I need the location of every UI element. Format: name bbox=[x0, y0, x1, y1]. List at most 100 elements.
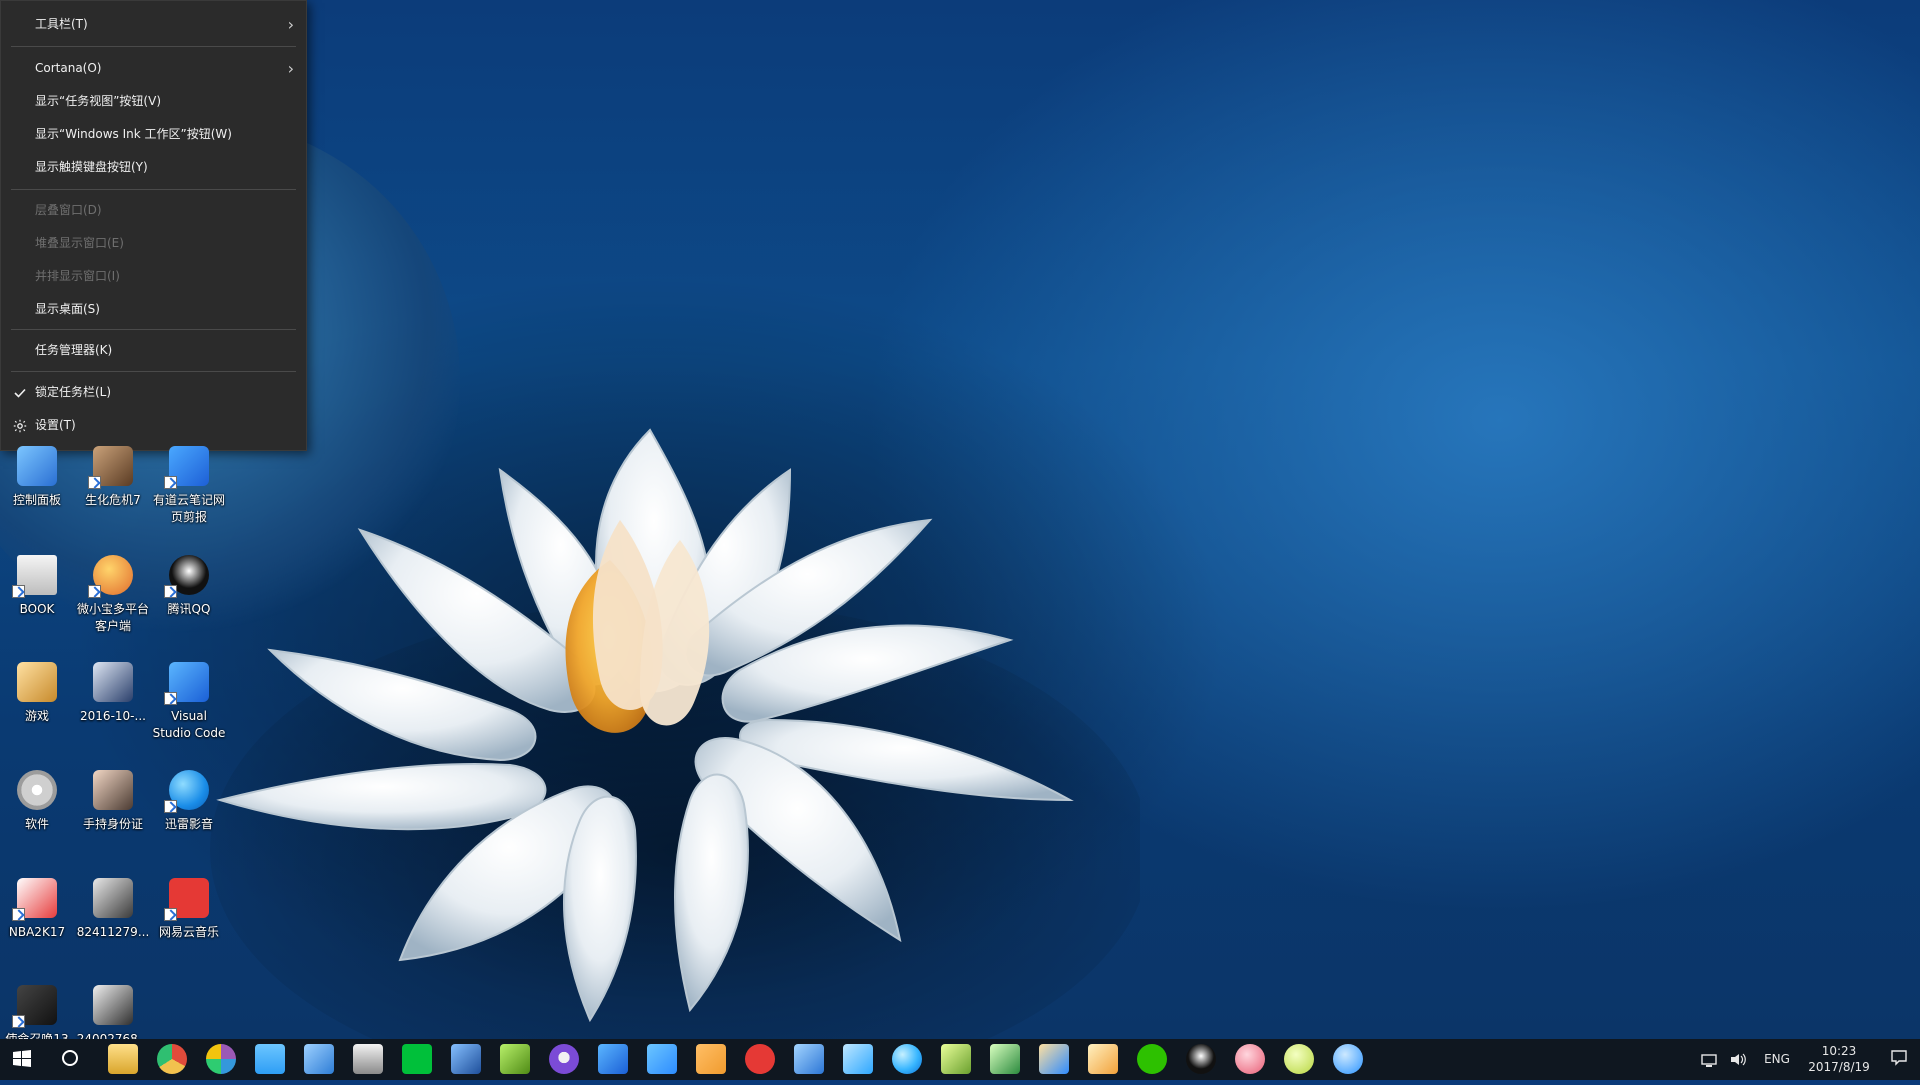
menu-item-label: 显示“Windows Ink 工作区”按钮(W) bbox=[35, 127, 232, 141]
menu-item-show-touch-keyboard-button[interactable]: 显示触摸键盘按钮(Y) bbox=[1, 154, 306, 181]
desktop-icon-nba2k17[interactable]: NBA2K17 bbox=[0, 878, 74, 978]
cd-icon bbox=[17, 770, 57, 810]
baidu-netdisk-icon[interactable] bbox=[794, 1044, 824, 1074]
desktop-icon-weixiaobao-client[interactable]: 微小宝多平台客户端 bbox=[76, 555, 150, 655]
wallpaper-water-lily bbox=[210, 428, 1140, 1070]
vscode-icon[interactable] bbox=[598, 1044, 628, 1074]
qq-icon[interactable] bbox=[1186, 1044, 1216, 1074]
menu-separator bbox=[11, 46, 296, 47]
screen-app-icon[interactable] bbox=[941, 1044, 971, 1074]
desktop-icon-xunlei-player[interactable]: 迅雷影音 bbox=[152, 770, 226, 870]
desktop-icon-id-photo[interactable]: 手持身份证 bbox=[76, 770, 150, 870]
netease-music-icon[interactable] bbox=[745, 1044, 775, 1074]
desktop-icon-photo-2016-10[interactable]: 2016-10-... bbox=[76, 662, 150, 762]
mascot-app-icon[interactable] bbox=[1235, 1044, 1265, 1074]
x-app-icon[interactable] bbox=[990, 1044, 1020, 1074]
menu-item-show-task-view-button[interactable]: 显示“任务视图”按钮(V) bbox=[1, 88, 306, 115]
globe-app-icon[interactable] bbox=[892, 1044, 922, 1074]
desktop-icon-vscode[interactable]: Visual Studio Code bbox=[152, 662, 226, 762]
menu-item-lock-taskbar[interactable]: 锁定任务栏(L) bbox=[1, 379, 306, 406]
desktop-icon-label: 控制面板 bbox=[12, 493, 61, 507]
chevron-right-icon: › bbox=[287, 59, 294, 78]
menu-item-label: 显示触摸键盘按钮(Y) bbox=[35, 160, 148, 174]
blue-circle-app-icon[interactable] bbox=[1333, 1044, 1363, 1074]
menu-item-label: 显示桌面(S) bbox=[35, 302, 100, 316]
desktop-icon-label: 生化危机7 bbox=[85, 493, 141, 507]
iqiyi-icon[interactable] bbox=[402, 1044, 432, 1074]
menu-item-settings[interactable]: 设置(T) bbox=[1, 412, 306, 439]
file-explorer-icon[interactable] bbox=[108, 1044, 138, 1074]
wechat-icon[interactable] bbox=[1137, 1044, 1167, 1074]
desktop-icon-label: 有道云笔记网页剪报 bbox=[152, 493, 225, 524]
menu-item-show-desktop[interactable]: 显示桌面(S) bbox=[1, 296, 306, 323]
lime-app-icon[interactable] bbox=[1284, 1044, 1314, 1074]
menu-item-toolbar[interactable]: 工具栏(T) › bbox=[1, 11, 306, 38]
chrome-icon[interactable] bbox=[157, 1044, 187, 1074]
desktop-icon-label: 迅雷影音 bbox=[164, 817, 213, 831]
sublime-icon[interactable] bbox=[696, 1044, 726, 1074]
menu-item-show-windows-ink-button[interactable]: 显示“Windows Ink 工作区”按钮(W) bbox=[1, 121, 306, 148]
shortcut-arrow-icon bbox=[164, 476, 177, 489]
menu-item-label: 堆叠显示窗口(E) bbox=[35, 236, 124, 250]
desktop-background: 工具栏(T) › Cortana(O) › 显示“任务视图”按钮(V) 显示“W… bbox=[0, 0, 1920, 1070]
desktop-icon-book-drive[interactable]: BOOK bbox=[0, 555, 74, 655]
menu-separator bbox=[11, 371, 296, 372]
clock-area[interactable]: 10:23 2017/8/19 bbox=[1804, 1043, 1874, 1075]
action-center-icon[interactable] bbox=[1890, 1049, 1908, 1067]
desktop-icon-image-82411279[interactable]: 82411279... bbox=[76, 878, 150, 978]
desktop-icon-netease-cloud-music[interactable]: 网易云音乐 bbox=[152, 878, 226, 978]
cortana-search-icon[interactable] bbox=[60, 1048, 80, 1068]
purple-app-icon[interactable] bbox=[549, 1044, 579, 1074]
lambda-icon[interactable] bbox=[500, 1044, 530, 1074]
bird-app-icon[interactable] bbox=[843, 1044, 873, 1074]
menu-item-cascade-windows: 层叠窗口(D) bbox=[1, 197, 306, 224]
menu-item-label: 并排显示窗口(I) bbox=[35, 269, 120, 283]
control-panel-icon bbox=[17, 446, 57, 486]
windows-start-icon[interactable] bbox=[12, 1049, 32, 1069]
paint-3d-icon[interactable] bbox=[206, 1044, 236, 1074]
taskbar-context-menu: 工具栏(T) › Cortana(O) › 显示“任务视图”按钮(V) 显示“W… bbox=[0, 0, 307, 451]
desktop-icon-games-folder[interactable]: 游戏 bbox=[0, 662, 74, 762]
menu-item-cortana[interactable]: Cortana(O) › bbox=[1, 55, 306, 82]
language-text: ENG bbox=[1764, 1052, 1790, 1066]
menu-item-side-by-side-windows: 并排显示窗口(I) bbox=[1, 263, 306, 290]
menu-item-label: 层叠窗口(D) bbox=[35, 203, 102, 217]
shortcut-arrow-icon bbox=[12, 585, 25, 598]
calculator-icon[interactable] bbox=[353, 1044, 383, 1074]
shortcut-arrow-icon bbox=[164, 908, 177, 921]
shortcut-arrow-icon bbox=[164, 692, 177, 705]
desktop-icon-label: 82411279... bbox=[76, 925, 150, 939]
desktop-icon-control-panel[interactable]: 控制面板 bbox=[0, 446, 74, 546]
desktop-icon-label: 手持身份证 bbox=[82, 817, 143, 831]
desktop-icon-tencent-qq[interactable]: 腾讯QQ bbox=[152, 555, 226, 655]
desktop-icon-label: NBA2K17 bbox=[8, 925, 66, 939]
menu-item-label: 锁定任务栏(L) bbox=[35, 385, 112, 399]
desktop-icon-label: 网易云音乐 bbox=[158, 925, 219, 939]
network-icon[interactable] bbox=[1700, 1039, 1720, 1080]
system-tray: ENG 10:23 2017/8/19 bbox=[1690, 1039, 1920, 1080]
feather-app-icon[interactable] bbox=[1088, 1044, 1118, 1074]
phone-folder-icon bbox=[17, 662, 57, 702]
menu-item-stack-windows: 堆叠显示窗口(E) bbox=[1, 230, 306, 257]
shortcut-arrow-icon bbox=[164, 585, 177, 598]
card-image-icon bbox=[93, 878, 133, 918]
desktop-icon-label: BOOK bbox=[19, 602, 55, 616]
network-app-icon[interactable] bbox=[304, 1044, 334, 1074]
shortcut-arrow-icon bbox=[12, 908, 25, 921]
gear-icon bbox=[13, 419, 27, 433]
menu-separator bbox=[11, 189, 296, 190]
pen-app-icon[interactable] bbox=[647, 1044, 677, 1074]
input-language-indicator[interactable]: ENG bbox=[1762, 1039, 1792, 1080]
desktop-icon-software[interactable]: 软件 bbox=[0, 770, 74, 870]
boat-app-icon[interactable] bbox=[1039, 1044, 1069, 1074]
volume-icon[interactable] bbox=[1728, 1039, 1748, 1080]
desktop-icon-label: 微小宝多平台客户端 bbox=[76, 602, 149, 633]
taskbar: ENG 10:23 2017/8/19 bbox=[0, 1039, 1920, 1080]
menu-item-task-manager[interactable]: 任务管理器(K) bbox=[1, 337, 306, 364]
desktop-icon-label: 腾讯QQ bbox=[167, 602, 211, 616]
desktop-icon-youdao-web-clipper[interactable]: 有道云笔记网页剪报 bbox=[152, 446, 226, 546]
onedrive-icon[interactable] bbox=[255, 1044, 285, 1074]
menu-item-label: 任务管理器(K) bbox=[35, 343, 113, 357]
kindle-icon[interactable] bbox=[451, 1044, 481, 1074]
desktop-icon-resident-evil-7[interactable]: 生化危机7 bbox=[76, 446, 150, 546]
